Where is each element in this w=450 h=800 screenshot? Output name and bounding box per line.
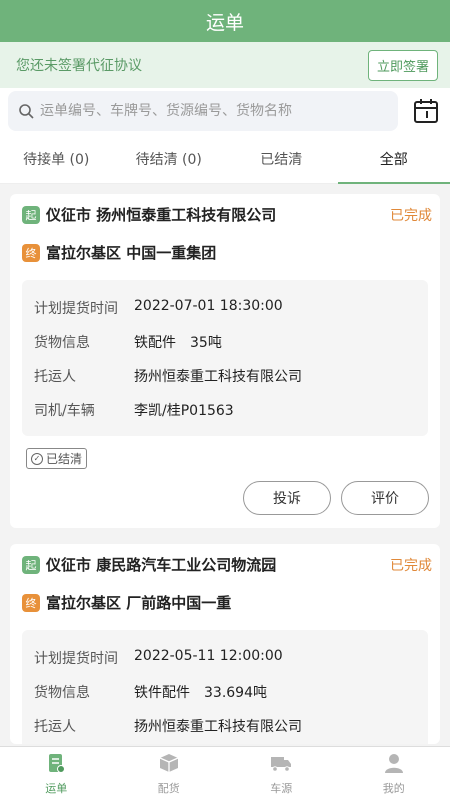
bottom-nav: 运单 配货 车源 我的 (0, 746, 450, 800)
nav-distribution[interactable]: 配货 (113, 747, 226, 800)
tab-pending-settle[interactable]: 待结清 (0) (113, 134, 226, 183)
destination-row: 终 富拉尔基区 中国一重集团 (22, 242, 216, 263)
destination-row: 终 富拉尔基区 厂前路中国一重 (22, 592, 231, 613)
top-bar: 运单 (0, 0, 450, 42)
origin-tag: 起 (22, 555, 40, 574)
destination-address: 富拉尔基区 厂前路中国一重 (46, 594, 232, 612)
status-tabs: 待接单 (0) 待结清 (0) 已结清 全部 (0, 134, 450, 184)
order-details: 计划提货时间 2022-05-11 12:00:00 货物信息 铁件配件 33.… (22, 630, 428, 744)
order-card[interactable]: 起 仪征市 康民路汽车工业公司物流园 已完成 终 富拉尔基区 厂前路中国一重 计… (10, 544, 440, 744)
nav-profile[interactable]: 我的 (338, 747, 450, 800)
search-row (0, 88, 450, 134)
sign-now-button[interactable]: 立即签署 (367, 49, 438, 81)
order-status: 已完成 (390, 558, 432, 574)
origin-address: 仪征市 扬州恒泰重工科技有限公司 (46, 206, 277, 224)
detail-row: 托运人 扬州恒泰重工科技有限公司 (34, 369, 302, 385)
tab-settled[interactable]: 已结清 (225, 134, 338, 183)
review-button[interactable]: 评价 (341, 481, 429, 515)
calendar-icon[interactable] (412, 97, 440, 125)
detail-row: 计划提货时间 2022-07-01 18:30:00 (34, 298, 283, 317)
tab-all[interactable]: 全部 (337, 134, 450, 184)
origin-tag: 起 (22, 205, 40, 224)
box-icon (159, 753, 179, 772)
check-icon: ✓ (31, 452, 43, 465)
nav-vehicles[interactable]: 车源 (225, 747, 338, 800)
search-input[interactable] (40, 103, 380, 119)
waybill-icon (49, 753, 66, 773)
truck-icon (271, 756, 292, 772)
order-card[interactable]: 起 仪征市 扬州恒泰重工科技有限公司 已完成 终 富拉尔基区 中国一重集团 计划… (10, 194, 440, 528)
detail-row: 司机/车辆 李凯/桂P01563 (34, 403, 234, 419)
tab-pending-accept[interactable]: 待接单 (0) (0, 134, 113, 183)
destination-address: 富拉尔基区 中国一重集团 (46, 244, 217, 262)
settled-badge: ✓ 已结清 (26, 448, 88, 469)
search-box[interactable] (8, 91, 398, 131)
agreement-notice: 您还未签署代征协议 立即签署 (0, 42, 450, 88)
nav-waybill[interactable]: 运单 (0, 747, 113, 800)
detail-row: 托运人 扬州恒泰重工科技有限公司 (34, 719, 302, 735)
origin-address: 仪征市 康民路汽车工业公司物流园 (46, 556, 277, 574)
destination-tag: 终 (22, 593, 40, 612)
detail-row: 货物信息 铁件配件 33.694吨 (34, 685, 267, 701)
order-details: 计划提货时间 2022-07-01 18:30:00 货物信息 铁配件 35吨 … (22, 280, 428, 436)
notice-text: 您还未签署代征协议 (16, 58, 142, 74)
detail-row: 货物信息 铁配件 35吨 (34, 335, 222, 351)
origin-row: 起 仪征市 扬州恒泰重工科技有限公司 (22, 204, 276, 225)
page-title: 运单 (205, 11, 244, 34)
complain-button[interactable]: 投诉 (243, 481, 331, 515)
destination-tag: 终 (22, 243, 40, 262)
order-status: 已完成 (390, 208, 432, 224)
search-icon (19, 104, 34, 119)
detail-row: 计划提货时间 2022-05-11 12:00:00 (34, 648, 283, 667)
origin-row: 起 仪征市 康民路汽车工业公司物流园 (22, 554, 276, 575)
user-icon (384, 753, 403, 773)
